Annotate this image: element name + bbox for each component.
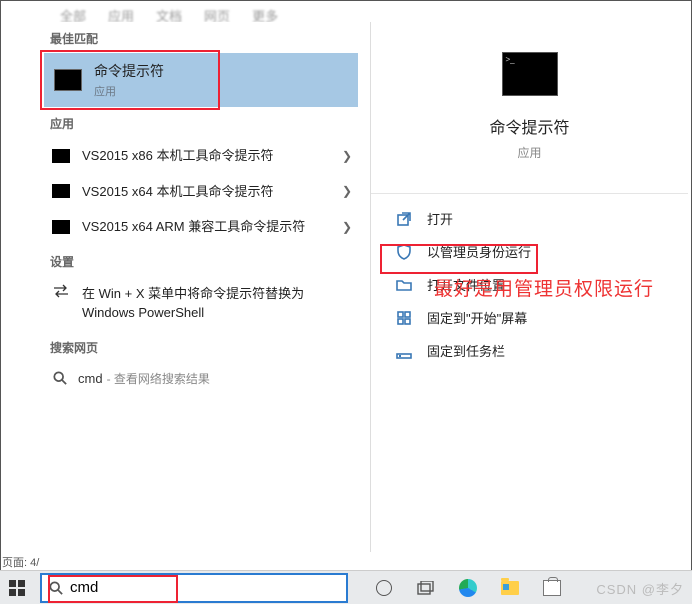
pin-taskbar-icon — [395, 343, 413, 359]
section-web: 搜索网页 — [42, 331, 362, 362]
app-result-label: VS2015 x64 ARM 兼容工具命令提示符 — [82, 217, 305, 237]
folder-open-icon — [395, 277, 413, 293]
app-result-item[interactable]: VS2015 x86 本机工具命令提示符 ❯ — [42, 138, 362, 174]
settings-result-item[interactable]: 在 Win + X 菜单中将命令提示符替换为 Windows PowerShel… — [42, 276, 362, 331]
best-match-title: 命令提示符 — [94, 61, 164, 81]
taskbar-icons — [374, 578, 562, 598]
web-query: cmd — [78, 371, 103, 386]
action-pin-start[interactable]: 固定到"开始"屏幕 — [371, 301, 688, 334]
admin-icon — [395, 244, 413, 260]
best-match-subtitle: 应用 — [94, 83, 164, 99]
preview-hero: 命令提示符 应用 — [371, 22, 688, 171]
action-pin-taskbar[interactable]: 固定到任务栏 — [371, 334, 688, 367]
settings-result-label: 在 Win + X 菜单中将命令提示符替换为 Windows PowerShel… — [82, 284, 322, 323]
divider — [371, 193, 688, 194]
web-result-item[interactable]: cmd - 查看网络搜索结果 — [42, 362, 362, 395]
app-result-item[interactable]: VS2015 x64 本机工具命令提示符 ❯ — [42, 174, 362, 210]
action-label: 打开 — [427, 209, 453, 228]
cmd-icon — [52, 149, 70, 163]
section-best-match: 最佳匹配 — [42, 22, 362, 53]
preview-subtitle: 应用 — [371, 144, 688, 161]
store-icon[interactable] — [542, 578, 562, 598]
action-run-as-admin[interactable]: 以管理员身份运行 — [371, 235, 688, 268]
edge-icon[interactable] — [458, 578, 478, 598]
app-result-label: VS2015 x64 本机工具命令提示符 — [82, 182, 273, 202]
watermark: CSDN @李夕 — [596, 579, 684, 598]
chevron-right-icon: ❯ — [342, 184, 352, 198]
pin-start-icon — [395, 310, 413, 326]
section-apps: 应用 — [42, 107, 362, 138]
taskbar-search-input[interactable] — [70, 579, 340, 596]
section-settings: 设置 — [42, 245, 362, 276]
page-number: 页面: 4/ — [2, 554, 39, 570]
chevron-right-icon: ❯ — [342, 149, 352, 163]
app-result-item[interactable]: VS2015 x64 ARM 兼容工具命令提示符 ❯ — [42, 209, 362, 245]
taskbar-search-box[interactable] — [40, 573, 348, 603]
best-match-item[interactable]: 命令提示符 应用 — [44, 53, 358, 107]
search-icon — [52, 370, 68, 386]
search-icon — [48, 580, 64, 596]
start-button[interactable] — [0, 571, 34, 605]
cmd-large-icon — [502, 52, 558, 96]
cmd-icon — [52, 220, 70, 234]
action-open[interactable]: 打开 — [371, 202, 688, 235]
web-hint: - 查看网络搜索结果 — [107, 370, 210, 387]
taskbar — [0, 570, 692, 604]
open-icon — [395, 211, 413, 227]
task-view-icon[interactable] — [416, 578, 436, 598]
results-panel: 最佳匹配 命令提示符 应用 应用 VS2015 x86 本机工具命令提示符 ❯ … — [42, 22, 362, 552]
annotation-text: 最好是用管理员权限运行 — [434, 276, 654, 305]
action-label: 固定到任务栏 — [427, 341, 505, 360]
cortana-icon[interactable] — [374, 578, 394, 598]
chevron-right-icon: ❯ — [342, 220, 352, 234]
swap-icon — [52, 284, 70, 298]
app-result-label: VS2015 x86 本机工具命令提示符 — [82, 146, 273, 166]
file-explorer-icon[interactable] — [500, 578, 520, 598]
cmd-icon — [54, 69, 82, 91]
preview-title: 命令提示符 — [371, 114, 688, 138]
cmd-icon — [52, 184, 70, 198]
action-label: 以管理员身份运行 — [427, 242, 531, 261]
action-label: 固定到"开始"屏幕 — [427, 308, 527, 327]
